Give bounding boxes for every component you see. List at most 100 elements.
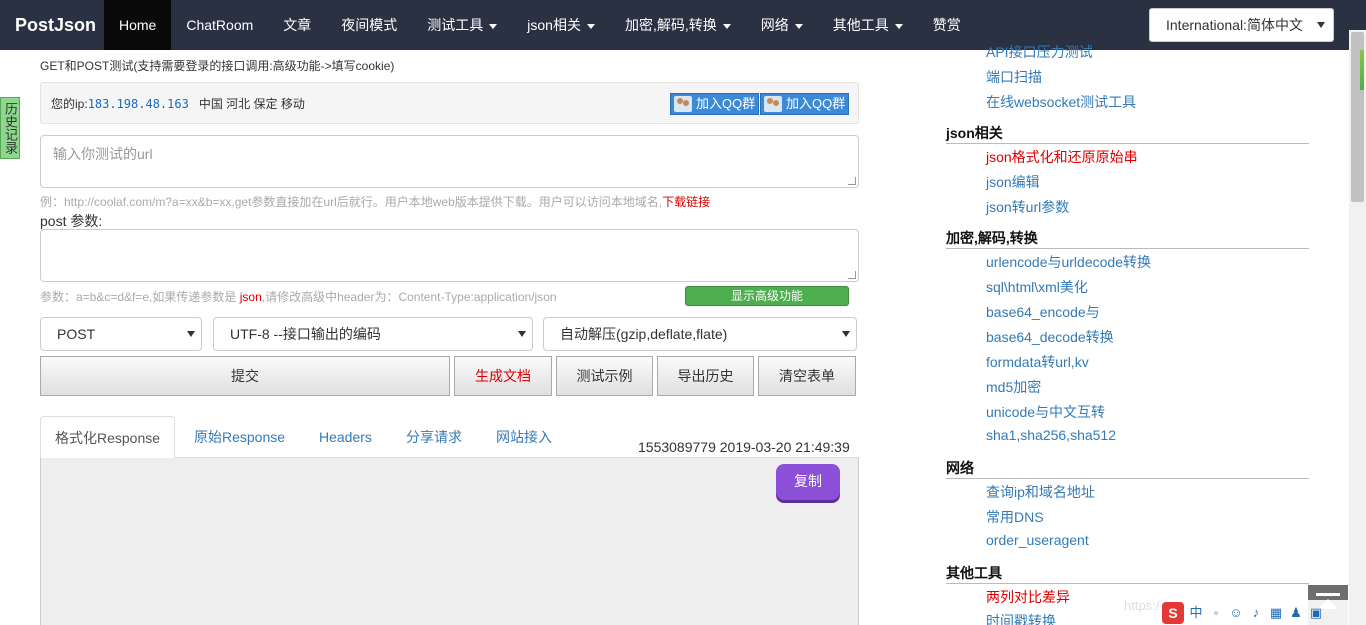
tab-formatted-response[interactable]: 格式化Response: [40, 416, 176, 459]
generate-doc-button[interactable]: 生成文档: [454, 356, 552, 396]
join-qq-group-button-1[interactable]: 加入QQ群: [670, 93, 759, 115]
test-example-button[interactable]: 测试示例: [556, 356, 653, 396]
submit-button[interactable]: 提交: [40, 356, 450, 396]
url-input-placeholder: 输入你测试的url: [53, 146, 153, 162]
chevron-down-icon: [489, 23, 498, 29]
copy-button[interactable]: 复制: [776, 464, 840, 500]
nav-chatroom[interactable]: ChatRoom: [171, 0, 268, 50]
qq-button-label: 加入QQ群: [696, 96, 756, 111]
sidebar-link[interactable]: sha1,sha256,sha512: [986, 427, 1116, 443]
chevron-down-icon: [187, 331, 195, 337]
ime-lang-icon[interactable]: 中: [1188, 605, 1204, 621]
sidebar-link[interactable]: unicode与中文互转: [986, 402, 1105, 422]
keyboard-icon[interactable]: ▦: [1268, 605, 1284, 621]
sidebar-link[interactable]: sql\html\xml美化: [986, 277, 1088, 297]
sidebar-category-network: 网络: [946, 457, 1309, 479]
ip-label: 您的ip:: [51, 97, 88, 111]
history-tab[interactable]: 历史记录: [0, 97, 20, 159]
sidebar-link[interactable]: 时间戳转换: [986, 611, 1056, 625]
sidebar-link[interactable]: 端口扫描: [986, 67, 1042, 87]
watermark: https://: [1124, 598, 1164, 613]
sidebar-category-json: json相关: [946, 122, 1309, 144]
nav-other-tools[interactable]: 其他工具: [818, 0, 918, 50]
nav-other-tools-label: 其他工具: [832, 17, 889, 33]
nav-encrypt-label: 加密,解码,转换: [624, 17, 717, 33]
sidebar-link[interactable]: urlencode与urldecode转换: [986, 252, 1151, 272]
params-hint: 参数：a=b&c=d&f=e,如果传递参数是 json,请修改高级中header…: [40, 288, 557, 305]
nav-json-label: json相关: [527, 17, 581, 33]
download-link[interactable]: 下载链接: [662, 195, 710, 209]
nav-encrypt[interactable]: 加密,解码,转换: [610, 0, 746, 50]
tab-raw-response[interactable]: 原始Response: [194, 416, 285, 458]
ip-location: 中国 河北 保定 移动: [198, 97, 305, 111]
nav-articles[interactable]: 文章: [268, 0, 326, 50]
params-hint-json: json: [239, 290, 262, 304]
url-input[interactable]: 输入你测试的url: [40, 135, 859, 188]
method-select-value: POST: [57, 326, 96, 342]
response-panel[interactable]: [40, 458, 859, 625]
nav-json[interactable]: json相关: [512, 0, 610, 50]
nav-home[interactable]: Home: [104, 0, 172, 50]
method-select[interactable]: POST: [40, 317, 202, 351]
sogou-logo-icon[interactable]: S: [1162, 601, 1184, 624]
ime-toolbar: S 中 ◦ ☺ ♪ ▦ ♟ ▣: [1160, 600, 1348, 625]
tools-sidebar: API接口压力测试 端口扫描 在线websocket测试工具 json相关 js…: [946, 0, 1310, 625]
chevron-down-icon: [1317, 22, 1325, 28]
tab-share-request[interactable]: 分享请求: [406, 416, 462, 458]
sidebar-link[interactable]: formdata转url,kv: [986, 352, 1089, 372]
post-params-label: post 参数:: [40, 213, 103, 229]
sidebar-link[interactable]: 在线websocket测试工具: [986, 92, 1136, 112]
decompress-select-value: 自动解压(gzip,deflate,flate): [560, 326, 728, 342]
ip-value: 183.198.48.163: [87, 97, 189, 111]
sidebar-link[interactable]: base64_encode与: [986, 302, 1100, 322]
sidebar-link[interactable]: 两列对比差异: [986, 587, 1070, 607]
chevron-down-icon: [586, 23, 595, 29]
brand-logo[interactable]: PostJson: [0, 0, 104, 50]
sidebar-link[interactable]: json转url参数: [986, 197, 1069, 217]
chevron-down-icon: [894, 23, 903, 29]
tab-site-integration[interactable]: 网站接入: [496, 416, 552, 458]
nav-night-mode[interactable]: 夜间模式: [326, 0, 412, 50]
ip-info-box: 您的ip:183.198.48.163 中国 河北 保定 移动 加入QQ群 加入Q…: [40, 82, 859, 124]
join-qq-group-button-2[interactable]: 加入QQ群: [760, 93, 849, 115]
chevron-down-icon: [518, 331, 526, 337]
nav-network[interactable]: 网络: [746, 0, 818, 50]
skin-icon[interactable]: ♟: [1288, 605, 1304, 621]
nav-network-label: 网络: [760, 17, 789, 33]
show-advanced-button[interactable]: 显示高级功能: [685, 286, 849, 306]
page-subtitle: GET和POST测试(支持需要登录的接口调用:高级功能->填写cookie): [40, 59, 395, 73]
sidebar-link[interactable]: base64_decode转换: [986, 327, 1114, 347]
sidebar-link[interactable]: API接口压力测试: [986, 42, 1093, 62]
url-hint: 例：http://coolaf.com/m?a=xx&b=xx,get参数直接加…: [40, 193, 710, 210]
tab-headers[interactable]: Headers: [319, 416, 372, 458]
encoding-select[interactable]: UTF-8 --接口输出的编码: [213, 317, 533, 351]
sidebar-link[interactable]: json编辑: [986, 172, 1040, 192]
nav-test-tools-label: 测试工具: [427, 17, 484, 33]
export-history-button[interactable]: 导出历史: [657, 356, 754, 396]
sidebar-link[interactable]: md5加密: [986, 377, 1041, 397]
sidebar-link[interactable]: order_useragent: [986, 532, 1089, 548]
post-params-input[interactable]: [40, 229, 859, 282]
resize-handle-icon[interactable]: [848, 177, 856, 185]
timestamp: 1553089779 2019-03-20 21:49:39: [638, 439, 850, 455]
punctuation-icon[interactable]: ◦: [1208, 605, 1224, 621]
sidebar-link[interactable]: json格式化和还原原始串: [986, 147, 1138, 167]
emoji-icon[interactable]: ☺: [1228, 605, 1244, 621]
qq-group-icon: [674, 96, 692, 112]
sidebar-category-other: 其他工具: [946, 562, 1309, 584]
chevron-down-icon: [794, 23, 803, 29]
sidebar-link[interactable]: 查询ip和域名地址: [986, 482, 1095, 502]
decompress-select[interactable]: 自动解压(gzip,deflate,flate): [543, 317, 857, 351]
microphone-icon[interactable]: ♪: [1248, 605, 1264, 621]
sidebar-category-encrypt: 加密,解码,转换: [946, 227, 1309, 249]
url-hint-text: 例：http://coolaf.com/m?a=xx&b=xx,get参数直接加…: [40, 195, 663, 209]
sidebar-link[interactable]: 常用DNS: [986, 507, 1044, 527]
scroll-indicator-icon: [1360, 50, 1364, 90]
clear-form-button[interactable]: 清空表单: [758, 356, 856, 396]
ip-info: 您的ip:183.198.48.163 中国 河北 保定 移动: [51, 95, 305, 112]
resize-handle-icon[interactable]: [848, 271, 856, 279]
params-hint-suffix: ,请修改高级中header为：Content-Type:application/…: [261, 290, 557, 304]
qq-group-icon: [764, 96, 782, 112]
tools-icon[interactable]: ▣: [1308, 605, 1324, 621]
nav-test-tools[interactable]: 测试工具: [412, 0, 512, 50]
